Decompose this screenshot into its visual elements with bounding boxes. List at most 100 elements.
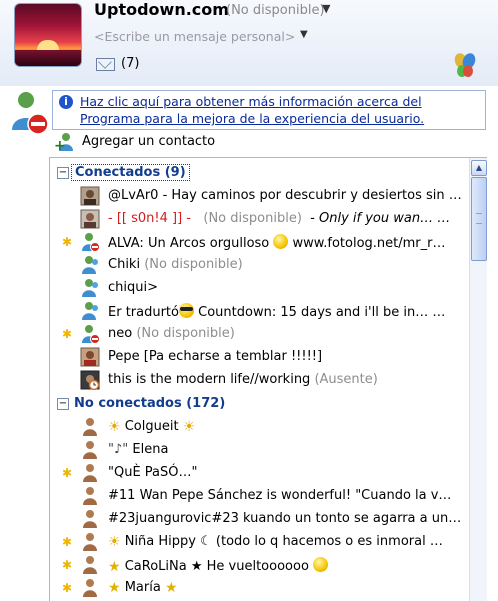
contact-personal-message: www.fotolog.net/mr_r… — [292, 236, 446, 251]
sun-emoticon-icon: ☀ — [182, 419, 196, 435]
busy-status-figure-icon — [12, 92, 49, 135]
online-buddy-icon — [82, 256, 98, 274]
scroll-up-arrow-icon[interactable]: ▲ — [471, 160, 487, 176]
contact-status: (No disponible) — [136, 326, 235, 341]
avatar-picture-icon — [80, 186, 100, 206]
offline-buddy-icon — [83, 510, 97, 528]
contact-line: Er tradurtó Countdown: 15 days and i'll … — [108, 303, 445, 320]
smile-emoticon-icon — [313, 557, 329, 572]
favorite-star-icon: ✱ — [62, 466, 73, 480]
contact-name: this is the modern life//working — [108, 372, 311, 387]
contact-row[interactable]: Pepe [Pa echarse a temblar !!!!!] — [50, 346, 468, 369]
personal-message-field[interactable]: <Escribe un mensaje personal> — [94, 29, 295, 44]
favorite-star-icon: ✱ — [62, 235, 73, 249]
user-display-picture[interactable] — [14, 3, 82, 67]
contact-row[interactable]: - [[ s0n!4 ]] - (No disponible) - Only i… — [50, 208, 468, 231]
contact-line: ALVA: Un Arcos orgulloso www.fotolog.net… — [108, 234, 445, 251]
offline-buddy-icon — [83, 487, 97, 505]
contact-line: this is the modern life//working (Ausent… — [108, 372, 378, 387]
contact-row[interactable]: "♪" Elena — [50, 439, 468, 462]
contact-name: Niña Hippy — [124, 534, 196, 549]
contact-name: Colgueit — [124, 419, 179, 434]
contact-name: - [[ s0n!4 ]] - — [108, 211, 191, 226]
group-label: No conectados (172) — [74, 396, 226, 411]
contact-row[interactable]: ✱ "QuÈ PaSÓ…" — [50, 462, 468, 485]
contact-status: (Ausente) — [314, 372, 378, 387]
contact-row[interactable]: ✱ ALVA: Un Arcos orgulloso www.fotolog.n… — [50, 231, 468, 254]
contact-name: "QuÈ PaSÓ…" — [108, 465, 198, 480]
contact-name: Chiki — [108, 257, 141, 272]
sun-emoticon-icon: ☀ — [108, 419, 121, 435]
contact-line: ★ CaRoLiNa ★ He vueltoooooo — [108, 557, 329, 575]
contact-row[interactable]: #11 Wan Pepe Sánchez is wonderful! "Cuan… — [50, 485, 468, 508]
contact-row[interactable]: Er tradurtó Countdown: 15 days and i'll … — [50, 300, 468, 323]
user-header: Uptodown.com (No disponible) ▼ <Escribe … — [0, 0, 498, 86]
scrollbar-thumb[interactable] — [471, 177, 487, 261]
msn-butterfly-icon[interactable] — [454, 52, 476, 78]
favorite-star-icon: ✱ — [62, 535, 73, 549]
contact-name: Elena — [132, 442, 169, 457]
offline-buddy-icon — [83, 418, 97, 436]
avatar-picture-icon — [80, 209, 100, 229]
contact-status: (No disponible) — [144, 257, 243, 272]
contact-row[interactable]: this is the modern life//working (Ausent… — [50, 369, 468, 392]
sunset-sun — [37, 40, 59, 50]
contact-personal-message: ★ He vueltoooooo — [190, 559, 309, 574]
add-contact-icon: + — [54, 133, 73, 152]
sunset-sea — [15, 50, 81, 66]
star-emoticon-icon: ★ — [108, 580, 121, 596]
contact-line: Chiki (No disponible) — [108, 257, 243, 272]
contact-name: chiqui> — [108, 280, 158, 295]
star-emoticon-icon: ★ — [164, 580, 178, 596]
music-note-icon: "♪" — [108, 442, 129, 457]
contact-row[interactable]: ✱ neo (No disponible) — [50, 323, 468, 346]
offline-buddy-icon — [83, 464, 97, 482]
offline-buddy-icon — [83, 533, 97, 551]
group-header-offline[interactable]: − No conectados (172) — [50, 393, 468, 416]
group-header-online[interactable]: − Conectados (9) — [50, 162, 468, 185]
info-banner-link[interactable]: Haz clic aquí para obtener más informaci… — [80, 93, 482, 127]
info-icon: i — [59, 95, 73, 109]
contact-row[interactable]: @LvAr0 - Hay caminos por descubrir y des… — [50, 185, 468, 208]
user-status-label[interactable]: (No disponible) — [226, 3, 325, 18]
contact-name: #11 Wan Pepe Sánchez is wonderful! "Cuan… — [108, 488, 452, 503]
contact-row[interactable]: ☀ Colgueit ☀ — [50, 416, 468, 439]
mail-count[interactable]: (7) — [121, 56, 139, 71]
contact-name: @LvAr0 - Hay caminos por descubrir y des… — [108, 188, 462, 203]
sunglasses-emoticon-icon — [179, 303, 194, 318]
collapse-toggle-icon[interactable]: − — [57, 167, 69, 179]
away-clock-icon — [80, 370, 100, 390]
contact-row[interactable]: ✱ ☀ Niña Hippy ☾ (todo lo q hacemos o es… — [50, 531, 468, 554]
online-buddy-icon — [82, 302, 98, 320]
sun-emoticon-icon: ☀ — [108, 534, 121, 550]
online-buddy-icon — [82, 279, 98, 297]
contact-name: María — [124, 580, 161, 595]
away-buddy-icon — [82, 325, 100, 344]
contact-line: ★ María ★ — [108, 580, 178, 596]
collapse-toggle-icon[interactable]: − — [57, 398, 69, 410]
contact-name: CaRoLiNa — [124, 559, 187, 574]
smile-emoticon-icon — [273, 234, 289, 249]
mail-envelope-icon[interactable] — [96, 58, 115, 71]
contact-personal-message: - Only if you wan… … — [310, 211, 451, 226]
status-dropdown-arrow-icon[interactable]: ▼ — [322, 2, 330, 15]
info-banner: i Haz clic aquí para obtener más informa… — [52, 90, 486, 130]
personal-message-dropdown-arrow-icon[interactable]: ▼ — [300, 29, 308, 40]
contact-name: Pepe [Pa echarse a temblar !!!!!] — [108, 349, 323, 364]
contact-line: "♪" Elena — [108, 442, 168, 457]
contact-line: neo (No disponible) — [108, 326, 235, 341]
svg-text:+: + — [54, 138, 66, 152]
contact-name: ALVA: Un Arcos orgulloso — [108, 236, 270, 251]
vertical-scrollbar[interactable]: ▲ — [469, 158, 487, 601]
favorite-star-icon: ✱ — [62, 581, 73, 595]
user-display-name[interactable]: Uptodown.com — [94, 0, 229, 19]
offline-buddy-icon — [83, 441, 97, 459]
contact-row[interactable]: chiqui> — [50, 277, 468, 300]
contact-row[interactable]: ✱ ★ María ★ — [50, 577, 468, 600]
contact-row[interactable]: ✱ ★ CaRoLiNa ★ He vueltoooooo — [50, 554, 468, 577]
contact-line: ☀ Colgueit ☀ — [108, 419, 195, 435]
contact-line: ☀ Niña Hippy ☾ (todo lo q hacemos o es i… — [108, 534, 443, 550]
contact-row[interactable]: #23juangurovic#23 kuando un tonto se aga… — [50, 508, 468, 531]
contact-row[interactable]: Chiki (No disponible) — [50, 254, 468, 277]
group-label: Conectados (9) — [71, 164, 190, 181]
